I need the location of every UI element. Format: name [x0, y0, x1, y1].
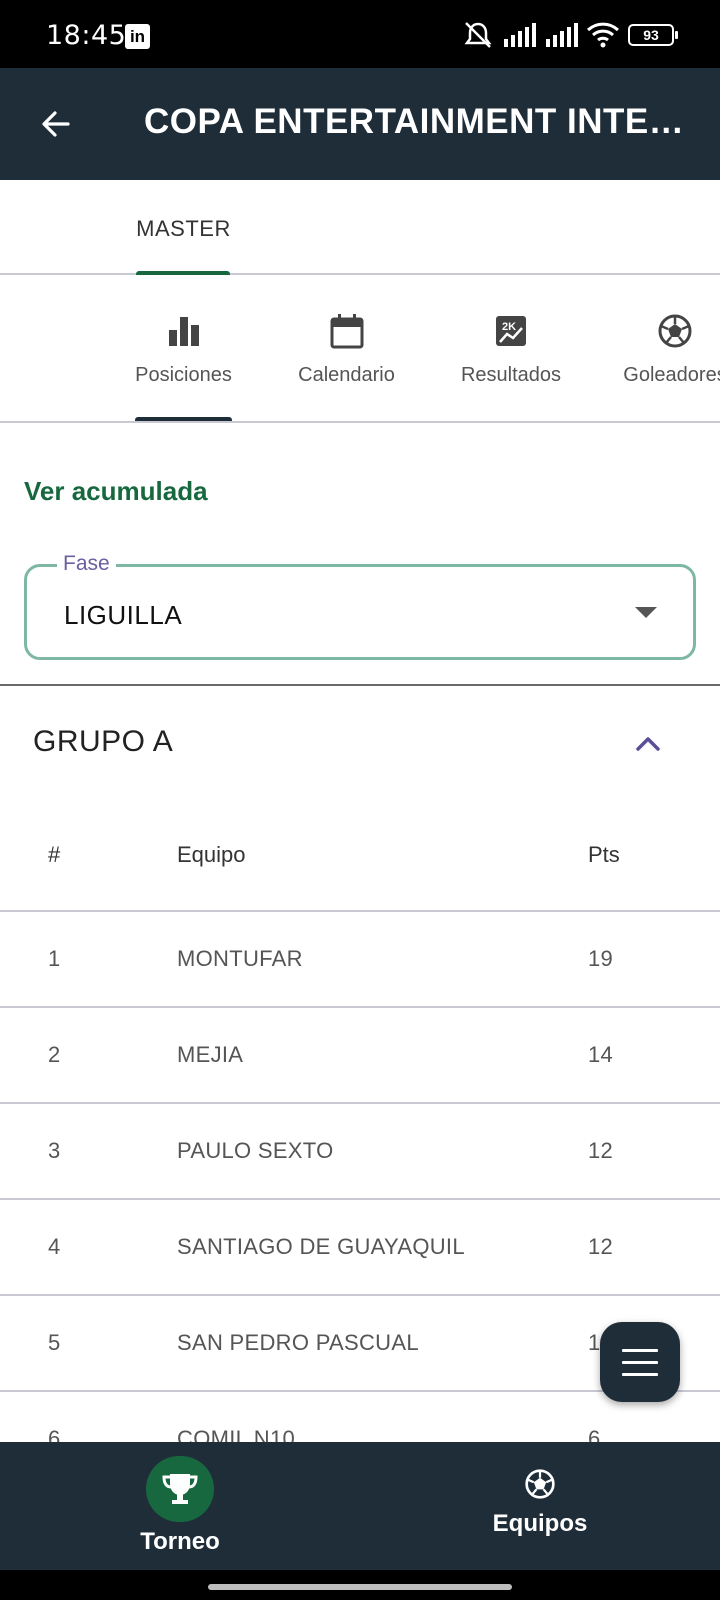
header-num: #: [48, 842, 61, 867]
table-row[interactable]: 1 MONTUFAR 19: [0, 912, 720, 1008]
row-num: 1: [48, 946, 61, 971]
battery-icon: 93: [628, 24, 678, 46]
fase-label: Fase: [57, 552, 116, 576]
chevron-up-icon[interactable]: [632, 728, 664, 760]
back-arrow-icon[interactable]: [36, 104, 76, 144]
calendar-icon: [330, 314, 363, 349]
row-num: 2: [48, 1042, 61, 1067]
menu-fab-button[interactable]: [600, 1322, 680, 1402]
section-tabs: Posiciones Calendario 2K Resultados Gole…: [0, 275, 720, 423]
row-pts: 12: [588, 1138, 614, 1163]
table-row[interactable]: 3 PAULO SEXTO 12: [0, 1104, 720, 1200]
svg-text:2K: 2K: [502, 321, 516, 333]
soccer-ball-icon: [525, 1469, 555, 1499]
tab-posiciones[interactable]: Posiciones: [135, 275, 232, 421]
row-num: 3: [48, 1138, 61, 1163]
tab-master[interactable]: MASTER: [136, 180, 231, 277]
nav-equipos[interactable]: Equipos: [460, 1442, 620, 1570]
tab-master-label: MASTER: [136, 216, 231, 241]
row-pts: 19: [588, 946, 614, 971]
gesture-bar: [0, 1570, 720, 1600]
tab-posiciones-label: Posiciones: [135, 364, 232, 386]
tab-calendario[interactable]: Calendario: [290, 275, 403, 421]
wifi-icon: [586, 22, 620, 48]
tab-calendario-label: Calendario: [298, 364, 395, 386]
fase-value: LIGUILLA: [64, 600, 183, 630]
linkedin-icon: in: [125, 24, 150, 49]
status-icons: 93: [462, 20, 678, 50]
nav-torneo-label: Torneo: [140, 1528, 220, 1555]
table-row[interactable]: 2 MEJIA 14: [0, 1008, 720, 1104]
signal-icon-2: [546, 23, 578, 47]
dropdown-arrow-icon: [635, 607, 657, 618]
row-team: SANTIAGO DE GUAYAQUIL: [177, 1234, 465, 1259]
row-team: MONTUFAR: [177, 946, 303, 971]
table-header: # Equipo Pts: [0, 808, 720, 912]
row-team: PAULO SEXTO: [177, 1138, 334, 1163]
app-bar: COPA ENTERTAINMENT INTERNACIONAL: [0, 68, 720, 180]
row-num: 4: [48, 1234, 61, 1259]
row-pts: 14: [588, 1042, 614, 1067]
row-pts: 12: [588, 1234, 614, 1259]
tab-resultados[interactable]: 2K Resultados: [454, 275, 568, 421]
tab-goleadores[interactable]: Goleadores: [620, 275, 720, 421]
nav-torneo-pill: [146, 1456, 214, 1522]
row-team: MEJIA: [177, 1042, 244, 1067]
header-pts: Pts: [588, 842, 620, 867]
top-tabs: MASTER: [0, 180, 720, 277]
group-title: GRUPO A: [33, 725, 174, 758]
scoreboard-icon: 2K: [496, 316, 526, 346]
page-title: COPA ENTERTAINMENT INTERNACIONAL: [144, 102, 684, 141]
header-team: Equipo: [177, 842, 246, 867]
screen: 18:45 in 93 COPA ENTERTAINMENT INTER MAS…: [0, 0, 720, 1600]
nav-torneo[interactable]: Torneo: [100, 1442, 260, 1570]
row-num: 5: [48, 1330, 61, 1355]
status-time: 18:45: [46, 20, 127, 51]
tab-resultados-label: Resultados: [460, 364, 562, 386]
tab-posiciones-indicator: [135, 417, 232, 421]
signal-icon: [504, 23, 536, 47]
table-row[interactable]: 4 SANTIAGO DE GUAYAQUIL 12: [0, 1200, 720, 1296]
nav-equipos-label: Equipos: [492, 1510, 588, 1537]
tab-goleadores-label: Goleadores: [623, 364, 720, 386]
mute-icon: [464, 22, 492, 48]
ver-acumulada-link[interactable]: Ver acumulada: [24, 476, 208, 507]
home-indicator[interactable]: [208, 1584, 512, 1590]
divider: [0, 684, 720, 686]
status-bar: 18:45 in 93: [0, 0, 720, 68]
trophy-icon: [162, 1474, 198, 1504]
bottom-nav: Torneo Equipos: [0, 1442, 720, 1570]
soccer-ball-icon: [658, 314, 692, 348]
bar-chart-icon: [168, 317, 199, 346]
fase-select[interactable]: Fase LIGUILLA: [24, 552, 696, 660]
menu-icon: [622, 1349, 658, 1385]
row-team: SAN PEDRO PASCUAL: [177, 1330, 419, 1355]
